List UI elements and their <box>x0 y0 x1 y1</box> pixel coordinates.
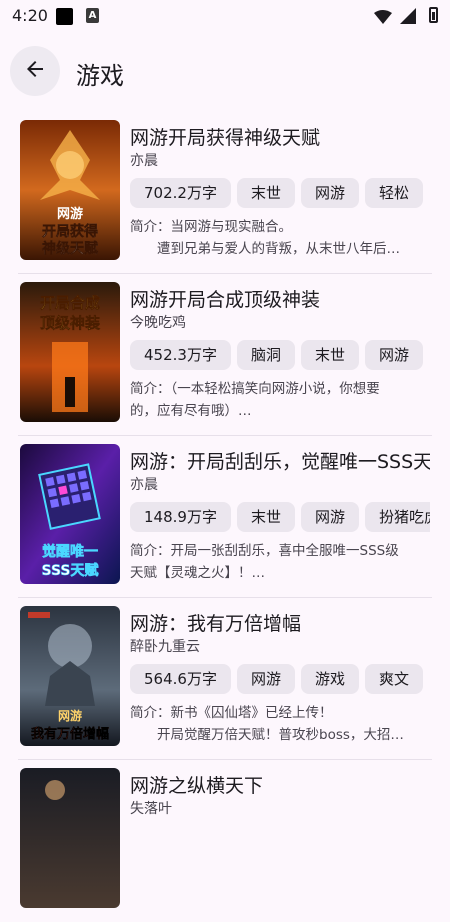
desc-line: 开局觉醒万倍天赋！普攻秒boss，大招… <box>130 727 404 743</box>
tag: 末世 <box>236 502 295 532</box>
status-bar: 4:20 A <box>0 0 450 32</box>
book-tags: 564.6万字 网游 游戏 爽文 <box>130 664 430 694</box>
tag: 网游 <box>236 664 295 694</box>
svg-text:顶级神装: 顶级神装 <box>40 314 101 332</box>
tag: 网游 <box>300 502 359 532</box>
desc-line: 简介：开局一张刮刮乐，喜中全服唯一SSS级 <box>130 543 399 559</box>
book-description: 简介：新书《囚仙塔》已经上传！ 开局觉醒万倍天赋！普攻秒boss，大招… <box>130 702 430 746</box>
book-tags: 148.9万字末世网游扮猪吃虎 <box>130 502 430 532</box>
desc-line: 简介：新书《囚仙塔》已经上传！ <box>130 705 333 721</box>
app-notification-icon: A <box>86 8 99 23</box>
desc-line: 简介：（一本轻松搞笑向网游小说，你想要 <box>130 381 380 397</box>
tag: 扮猪吃虎 <box>364 502 430 532</box>
desc-line: 遭到兄弟与爱人的背叛，从末世八年后… <box>130 241 400 257</box>
svg-text:SSS天赋: SSS天赋 <box>42 562 99 579</box>
book-item[interactable]: 觉醒唯一 SSS天赋 网游：开局刮刮乐，觉醒唯一SSS天赋 亦晨 148.9万字… <box>0 436 450 598</box>
page-title: 游戏 <box>76 62 124 90</box>
desc-line: 的，应有尽有哦）… <box>130 403 252 419</box>
book-author: 亦晨 <box>130 153 158 169</box>
app-bar: 游戏 <box>0 40 450 104</box>
tag-word-count: 564.6万字 <box>130 664 231 694</box>
tag: 脑洞 <box>236 340 295 370</box>
tag: 末世 <box>300 340 359 370</box>
book-item[interactable]: 网游 开局获得 神级天赋 网游开局获得神级天赋 亦晨 702.2万字 末世 网游 轻松… <box>0 112 450 274</box>
book-title: 网游开局获得神级天赋 <box>130 127 321 149</box>
svg-text:开局合成: 开局合成 <box>40 294 100 312</box>
tag-word-count: 702.2万字 <box>130 178 231 208</box>
book-title: 网游：我有万倍增幅 <box>130 613 302 635</box>
svg-text:神级天赋: 神级天赋 <box>42 240 98 257</box>
svg-text:网游: 网游 <box>57 206 83 222</box>
battery-icon <box>429 7 438 23</box>
tag: 网游 <box>364 340 423 370</box>
book-title: 网游之纵横天下 <box>130 775 264 797</box>
svg-text:开局获得: 开局获得 <box>42 223 98 240</box>
svg-text:网游: 网游 <box>58 708 82 723</box>
tag: 爽文 <box>364 664 423 694</box>
svg-text:觉醒唯一: 觉醒唯一 <box>42 543 98 560</box>
book-title: 网游开局合成顶级神装 <box>130 289 321 311</box>
book-item[interactable]: 网游 我有万倍增幅 网游：我有万倍增幅 醉卧九重云 564.6万字 网游 游戏 爽文 … <box>0 598 450 760</box>
tag: 末世 <box>236 178 295 208</box>
book-title: 网游：开局刮刮乐，觉醒唯一SSS天赋 <box>130 451 430 473</box>
desc-line: 简介：当网游与现实融合。 <box>130 219 292 235</box>
book-cover: 觉醒唯一 SSS天赋 <box>20 444 120 584</box>
book-author: 失落叶 <box>130 801 172 817</box>
book-description: 简介：（一本轻松搞笑向网游小说，你想要 的，应有尽有哦）… <box>130 378 430 422</box>
book-author: 亦晨 <box>130 477 158 493</box>
wifi-icon <box>374 9 392 28</box>
desc-line: 天赋【灵魂之火】！… <box>130 565 265 581</box>
book-description: 简介：开局一张刮刮乐，喜中全服唯一SSS级 天赋【灵魂之火】！… <box>130 540 430 584</box>
book-description: 简介：当网游与现实融合。 遭到兄弟与爱人的背叛，从末世八年后… <box>130 216 430 260</box>
tag: 轻松 <box>364 178 423 208</box>
book-cover: 开局合成 顶级神装 <box>20 282 120 422</box>
book-author: 今晚吃鸡 <box>130 315 186 331</box>
status-time: 4:20 <box>12 6 48 25</box>
notification-icon <box>56 8 73 25</box>
tag-word-count: 148.9万字 <box>130 502 231 532</box>
book-cover: 网游 我有万倍增幅 <box>20 606 120 746</box>
book-cover: 网游 开局获得 神级天赋 <box>20 120 120 260</box>
tag-word-count: 452.3万字 <box>130 340 231 370</box>
svg-text:我有万倍增幅: 我有万倍增幅 <box>31 726 109 742</box>
book-item[interactable]: 开局合成 顶级神装 网游开局合成顶级神装 今晚吃鸡 452.3万字 脑洞 末世 网游 … <box>0 274 450 436</box>
tag: 网游 <box>300 178 359 208</box>
signal-icon <box>400 8 416 28</box>
tag: 游戏 <box>300 664 359 694</box>
book-list: 网游 开局获得 神级天赋 网游开局获得神级天赋 亦晨 702.2万字 末世 网游 轻松… <box>0 112 450 922</box>
book-tags: 702.2万字 末世 网游 轻松 <box>130 178 430 208</box>
back-button[interactable] <box>10 46 60 96</box>
arrow-back-icon <box>23 57 47 85</box>
book-tags: 452.3万字 脑洞 末世 网游 <box>130 340 430 370</box>
book-author: 醉卧九重云 <box>130 639 200 655</box>
book-cover <box>20 768 120 908</box>
book-item[interactable]: 网游之纵横天下 失落叶 <box>0 760 450 922</box>
